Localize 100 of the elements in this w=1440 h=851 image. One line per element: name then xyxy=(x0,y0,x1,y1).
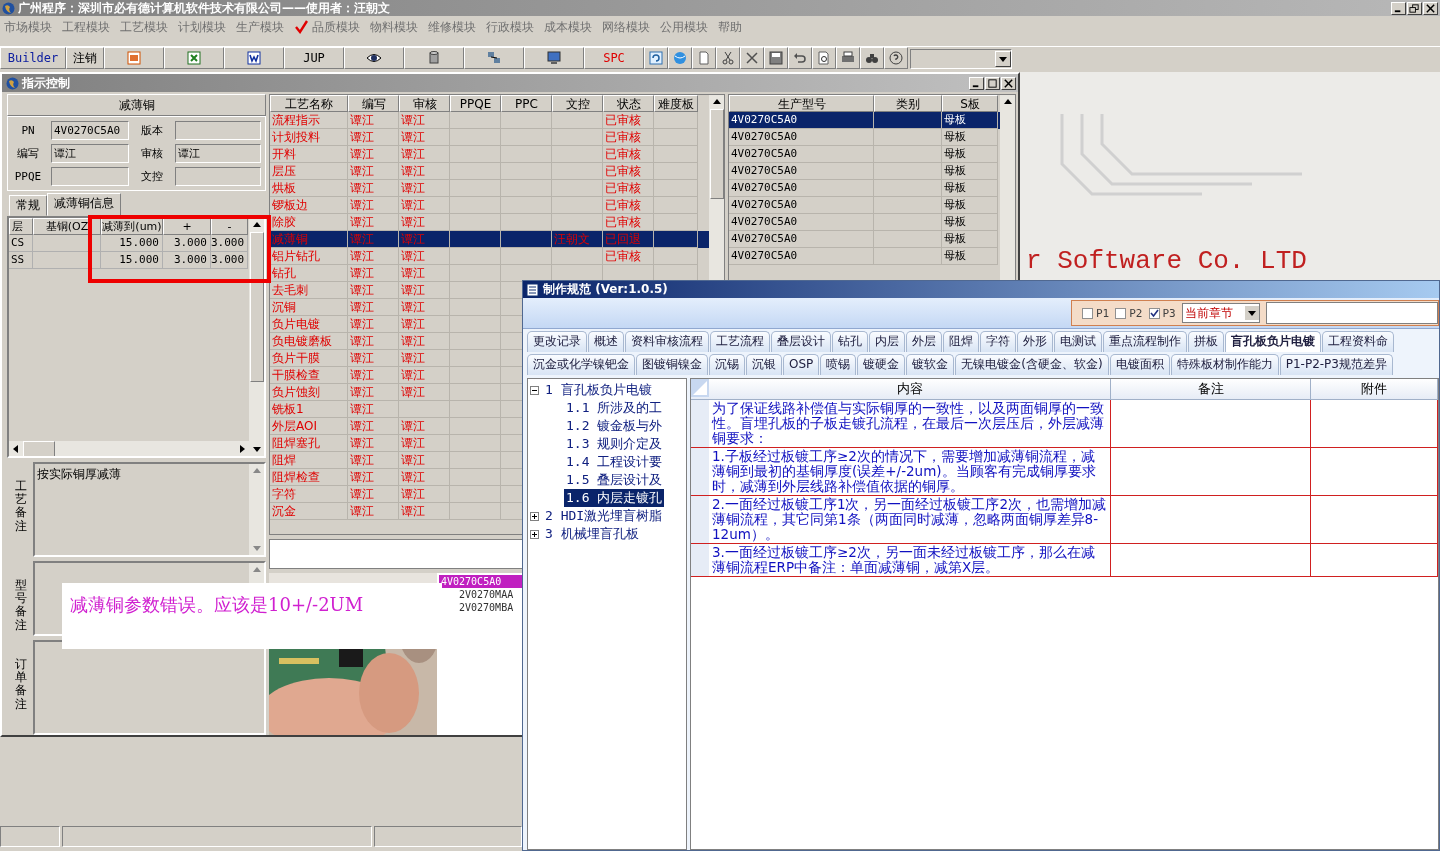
table-cell: 1.子板经过板镀工序≥2次的情况下，需要增加减薄铜流程，减薄铜到最初的基铜厚度(误差+/-2um)。当顾客有完成铜厚要求时，减薄到外层线路补偿值依据的铜厚。 xyxy=(709,448,1111,495)
table-cell: 谭江 xyxy=(399,316,450,333)
table-cell: 已审核 xyxy=(603,197,654,214)
table-cell: 谭江 xyxy=(348,146,399,163)
table-cell: 负片电镀 xyxy=(270,316,348,333)
table-cell: 谭江 xyxy=(348,503,399,520)
table-cell: 谭江 xyxy=(348,486,399,503)
table-cell: 谭江 xyxy=(348,248,399,265)
table-cell: 谭江 xyxy=(399,163,450,180)
table-cell: 谭江 xyxy=(348,163,399,180)
table-cell: 4V0270C5A0 xyxy=(729,180,874,197)
table-cell: 去毛刺 xyxy=(270,282,348,299)
table-cell: 3.000 xyxy=(163,252,211,269)
table-cell: 谭江 xyxy=(399,146,450,163)
table-cell: 谭江 xyxy=(399,452,450,469)
table-cell: 4V0270C5A0 xyxy=(729,163,874,180)
table-cell: 谭江 xyxy=(399,282,450,299)
table-cell: 干膜检查 xyxy=(270,367,348,384)
table-cell: 阻焊检查 xyxy=(270,469,348,486)
backdrop-text: r Software Co. LTD xyxy=(1025,246,1308,276)
table-cell: 已审核 xyxy=(603,112,654,129)
table-cell: 母板 xyxy=(942,129,998,146)
table-cell: 钻孔 xyxy=(270,265,348,282)
table-cell: 母板 xyxy=(942,163,998,180)
table-cell: 谭江 xyxy=(399,299,450,316)
table-cell: 母板 xyxy=(942,197,998,214)
table-cell: 谭江 xyxy=(399,265,450,282)
field-label: PPQE xyxy=(13,170,43,183)
table-cell: 沉金 xyxy=(270,503,348,520)
table-cell: 铣板1 xyxy=(270,401,348,418)
table-cell: 烘板 xyxy=(270,180,348,197)
table-cell: 2.一面经过板镀工序1次，另一面经过板镀工序2次，也需增加减薄铜流程，其它同第1条（两面同时减薄，忽略两面铜厚差异8-12um）。 xyxy=(709,496,1111,543)
table-cell: 谭江 xyxy=(348,367,399,384)
table-cell: 15.000 xyxy=(101,235,163,252)
field-label: 审核 xyxy=(140,146,164,161)
table-cell: 谭江 xyxy=(348,231,399,248)
note-label: 工艺备注 xyxy=(14,478,28,535)
note-label: 型号备注 xyxy=(14,577,28,634)
table-cell: 4V0270C5A0 xyxy=(729,231,874,248)
table-cell: 4V0270C5A0 xyxy=(729,197,874,214)
table-cell: 铝片钻孔 xyxy=(270,248,348,265)
table-cell: SS xyxy=(9,252,33,269)
table-cell: 谭江 xyxy=(399,231,450,248)
table-cell: 谭江 xyxy=(399,469,450,486)
table-cell: 3.一面经过板镀工序≥2次，另一面未经过板镀工序，那么在减薄铜流程ERP中备注：单面减薄铜，减第X层。 xyxy=(709,544,1111,576)
field-label: PN xyxy=(20,124,36,137)
table-cell: 谭江 xyxy=(348,333,399,350)
table-cell: 母板 xyxy=(942,248,998,265)
table-cell: 谭江 xyxy=(348,282,399,299)
table-cell: 已回退 xyxy=(603,231,654,248)
table-cell: 计划投料 xyxy=(270,129,348,146)
table-cell: 3.000 xyxy=(211,235,248,252)
table-cell: 4V0270C5A0 xyxy=(729,248,874,265)
table-cell: 4V0270C5A0 xyxy=(729,214,874,231)
table-cell: 谭江 xyxy=(399,486,450,503)
table-cell: 母板 xyxy=(942,214,998,231)
table-cell: 谭江 xyxy=(399,180,450,197)
window-title: 指示控制 xyxy=(22,74,71,92)
table-cell: 谭江 xyxy=(348,452,399,469)
table-cell: 减薄铜 xyxy=(270,231,348,248)
table-cell: 已审核 xyxy=(603,163,654,180)
table-cell: 沉铜 xyxy=(270,299,348,316)
table-cell: 汪朝文 xyxy=(552,231,603,248)
table-cell: 母板 xyxy=(942,146,998,163)
table-cell: 谭江 xyxy=(399,367,450,384)
table-cell: 谭江 xyxy=(348,384,399,401)
table-cell: 谭江 xyxy=(348,316,399,333)
table-cell: 谭江 xyxy=(348,469,399,486)
table-cell: 已审核 xyxy=(603,180,654,197)
table-cell: 开料 xyxy=(270,146,348,163)
table-cell: 15.000 xyxy=(101,252,163,269)
table-cell: 谭江 xyxy=(399,129,450,146)
table-cell: 谭江 xyxy=(399,248,450,265)
table-cell: 谭江 xyxy=(348,112,399,129)
table-cell: 谭江 xyxy=(399,503,450,520)
table-cell: 4V0270C5A0 xyxy=(729,146,874,163)
table-cell: 母板 xyxy=(942,180,998,197)
table-cell: 谭江 xyxy=(348,129,399,146)
table-cell: 锣板边 xyxy=(270,197,348,214)
table-cell: 负电镀磨板 xyxy=(270,333,348,350)
table-cell: 谭江 xyxy=(399,350,450,367)
table-cell: 负片蚀刻 xyxy=(270,384,348,401)
table-cell: 字符 xyxy=(270,486,348,503)
table-cell: 3.000 xyxy=(163,235,211,252)
table-cell: 谭江 xyxy=(348,265,399,282)
table-cell: 谭江 xyxy=(348,299,399,316)
table-cell: 谭江 xyxy=(399,418,450,435)
table-cell: 谭江 xyxy=(399,197,450,214)
table-cell: 谭江 xyxy=(399,333,450,350)
table-cell: 谭江 xyxy=(399,112,450,129)
table-cell: 谭江 xyxy=(348,418,399,435)
field-label: 文控 xyxy=(140,169,164,184)
table-cell: 4V0270C5A0 xyxy=(729,129,874,146)
table-cell: 3.000 xyxy=(211,252,248,269)
table-cell: 已审核 xyxy=(603,129,654,146)
table-cell: 谭江 xyxy=(348,401,399,418)
table-cell: 已审核 xyxy=(603,146,654,163)
table-cell: 外层AOI xyxy=(270,418,348,435)
table-cell: 阻焊塞孔 xyxy=(270,435,348,452)
table-cell: CS xyxy=(9,235,33,252)
